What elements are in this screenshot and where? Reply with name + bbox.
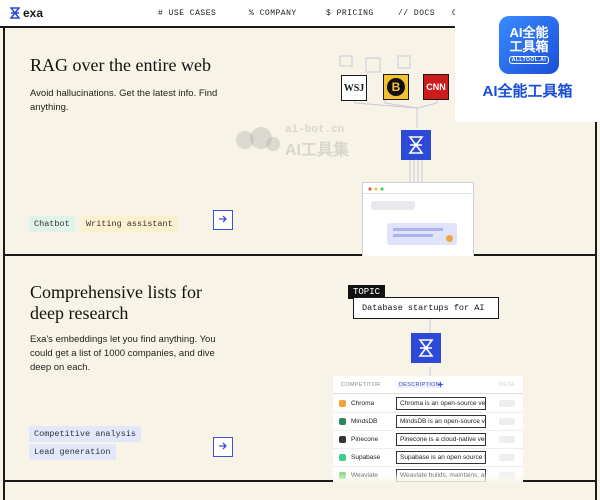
company-logo-icon [339, 418, 346, 425]
arrow-right-icon [218, 211, 228, 229]
section2-description: Exa's embeddings let you find anything. … [30, 334, 216, 373]
sparkle-icon [437, 381, 444, 390]
arrow-right-icon [218, 438, 228, 456]
news-logo-wsj: WSJ [341, 75, 367, 101]
company-logo-icon [339, 436, 346, 443]
badge-logo: AI全能 工具箱 ALLTOOL.AI [499, 16, 559, 74]
competitor-name: Supabase [351, 454, 381, 461]
nav-docs[interactable]: // DOCS [398, 9, 435, 18]
nav-company[interactable]: % COMPANY [249, 9, 297, 18]
nav-pricing[interactable]: $ PRICING [326, 9, 374, 18]
section2-title-line2: deep research [30, 303, 129, 323]
badge-small: ALLTOOL.AI [508, 56, 550, 64]
section2-title: Comprehensive lists for deep research [30, 282, 202, 324]
tag-writing-assistant[interactable]: Writing assistant [81, 216, 178, 232]
next-section [3, 482, 597, 500]
competitor-name: MindsDB [351, 418, 378, 425]
badge-line2: 工具箱 [509, 39, 549, 54]
chat-bubble-out [387, 223, 457, 245]
company-logo-icon [339, 454, 346, 461]
competitor-description: Supabase is an open source Fir... [396, 451, 486, 464]
exa-logo-icon [10, 7, 20, 19]
table-row[interactable]: Supabase Supabase is an open source Fir..… [333, 449, 523, 467]
table-fade [333, 470, 523, 482]
badge-caption: AI全能工具箱 [482, 83, 573, 100]
logo[interactable]: exa [10, 6, 43, 20]
detail-pill [499, 418, 515, 425]
detail-pill [499, 436, 515, 443]
news-logo-cnn: CNN [423, 74, 449, 100]
chat-bubble-in [371, 201, 415, 210]
news-logo-cnn-text: CNN [426, 82, 446, 92]
competitor-description: Chroma is an open-source vect... [396, 397, 486, 410]
exa-search-icon [411, 333, 441, 363]
tag-competitive-analysis[interactable]: Competitive analysis [29, 426, 142, 442]
results-table: COMPETITOR DESCRIPTION DETA Chroma Chroma… [333, 376, 523, 482]
nav-use-cases[interactable]: # USE CASES [158, 9, 216, 18]
section2-arrow-button[interactable] [213, 437, 233, 457]
tag-lead-generation[interactable]: Lead generation [29, 444, 116, 460]
header-details: DETA [499, 382, 515, 388]
topic-query[interactable]: Database startups for AI [353, 297, 499, 319]
header-description: DESCRIPTION [397, 382, 442, 388]
section2-title-line1: Comprehensive lists for [30, 282, 202, 302]
competitor-name: Chroma [351, 400, 375, 407]
section1-arrow-button[interactable] [213, 210, 233, 230]
table-row[interactable]: Pinecone Pinecone is a cloud-native vect.… [333, 431, 523, 449]
section1-description: Avoid hallucinations. Get the latest inf… [30, 88, 218, 113]
detail-pill [499, 400, 515, 407]
badge-line1: AI全能 [509, 25, 549, 40]
logo-text: exa [23, 6, 44, 20]
alltool-badge: AI全能 工具箱 ALLTOOL.AI AI全能工具箱 [455, 0, 600, 122]
detail-pill [499, 454, 515, 461]
tag-chatbot[interactable]: Chatbot [29, 216, 75, 232]
company-logo-icon [339, 400, 346, 407]
table-row[interactable]: MindsDB MindsDB is an open-source vir... [333, 413, 523, 431]
competitor-name: Pinecone [351, 436, 379, 443]
table-row[interactable]: Chroma Chroma is an open-source vect... [333, 395, 523, 413]
news-logo-b: B [383, 74, 409, 100]
competitor-description: MindsDB is an open-source vir... [396, 415, 486, 428]
news-logo-wsj-text: WSJ [343, 82, 365, 94]
news-logo-b-text: B [387, 78, 405, 96]
table-header: COMPETITOR DESCRIPTION DETA [333, 376, 523, 394]
exa-engine-icon [401, 130, 431, 160]
competitor-description: Pinecone is a cloud-native vect... [396, 433, 486, 446]
header-competitor: COMPETITOR [341, 382, 381, 388]
section1-title: RAG over the entire web [30, 55, 211, 75]
chat-window [362, 182, 475, 256]
